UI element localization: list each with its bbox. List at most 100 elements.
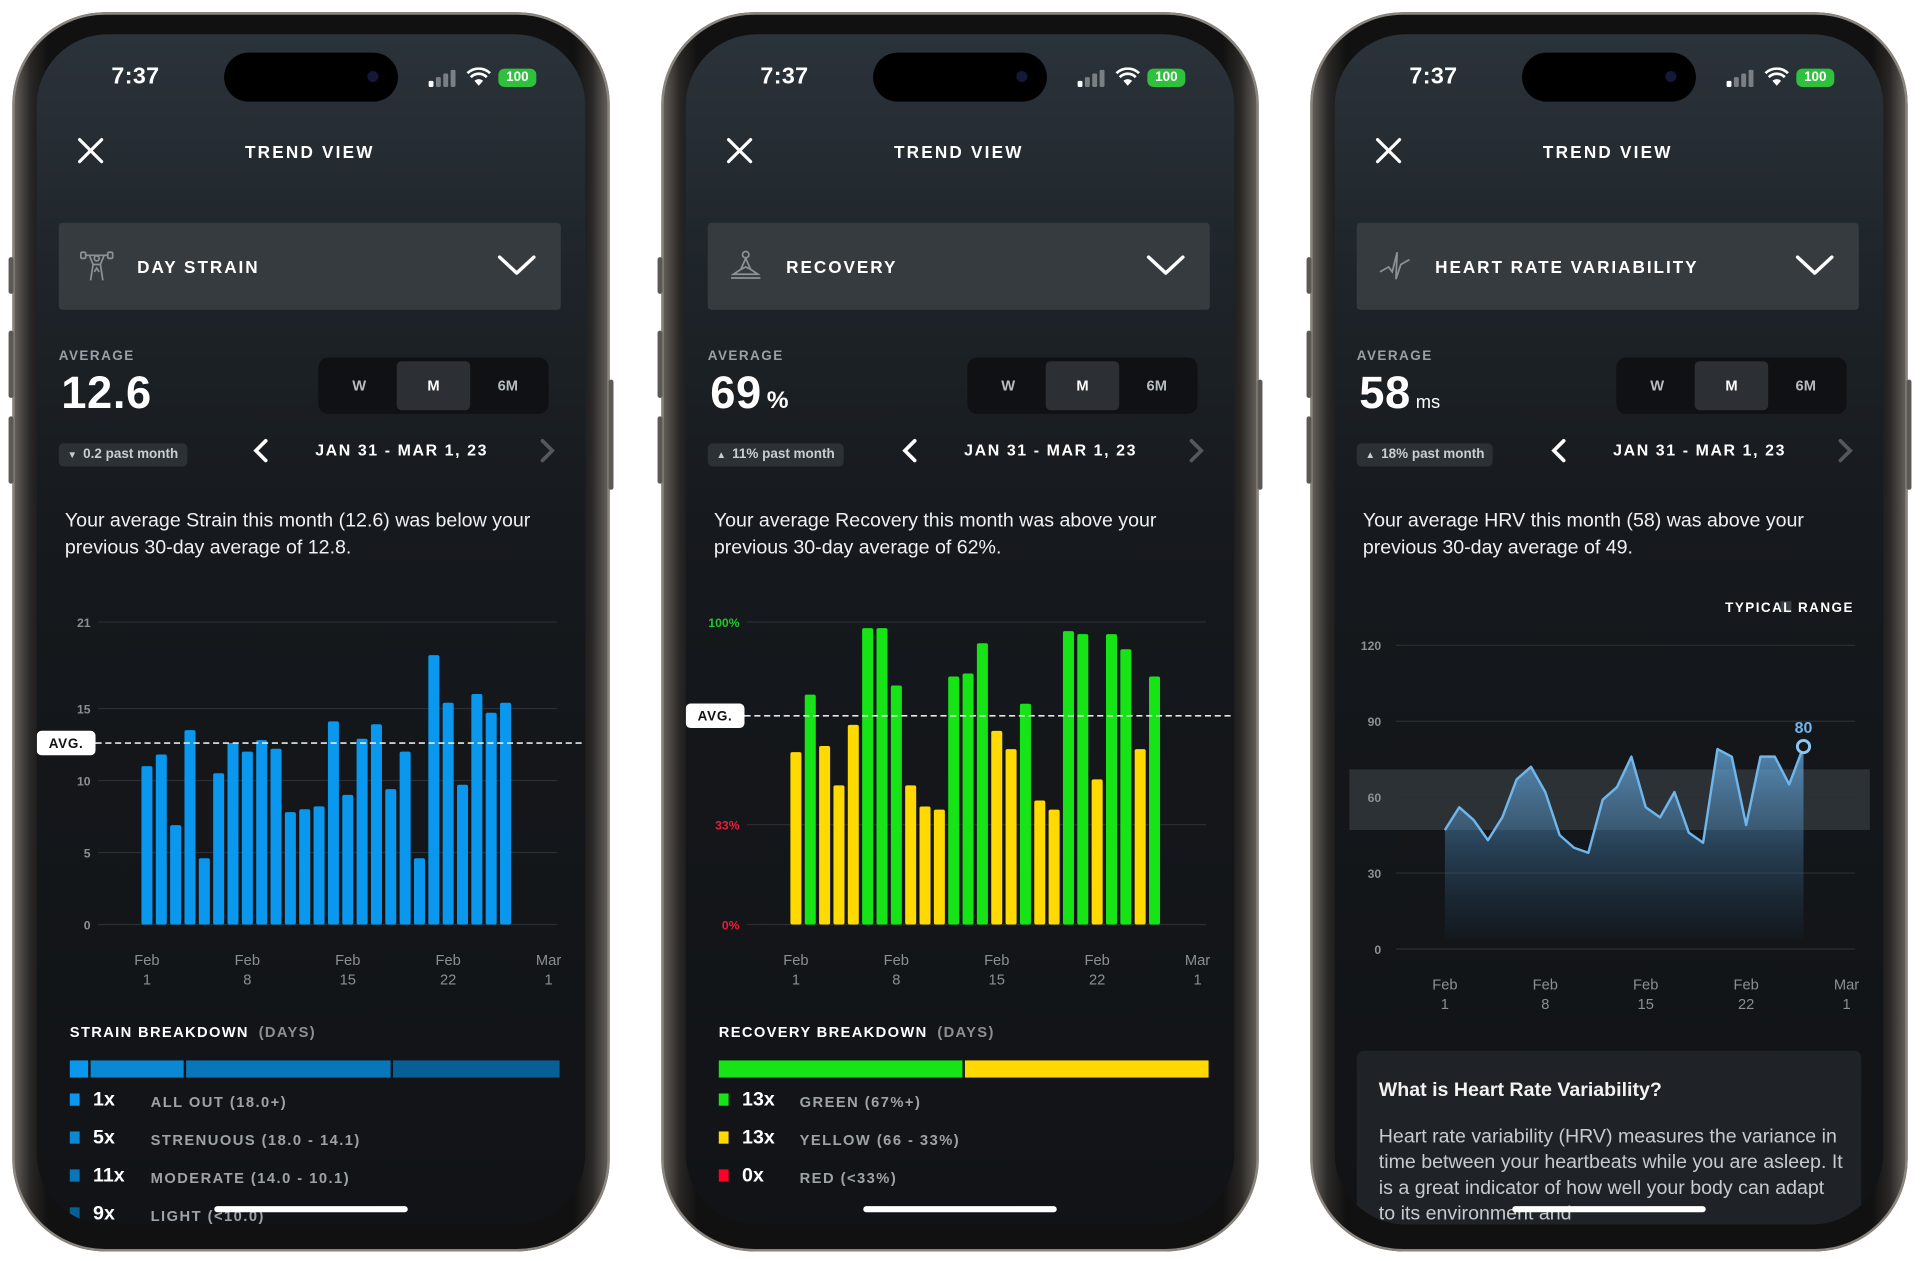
bar xyxy=(1034,800,1046,925)
tab-m[interactable]: M xyxy=(396,361,471,411)
breakdown-label: RED (<33%) xyxy=(799,1169,898,1187)
average-display: 12.6 xyxy=(61,367,152,418)
bar xyxy=(991,730,1003,925)
bar xyxy=(141,766,153,925)
home-indicator[interactable] xyxy=(1512,1206,1706,1213)
breakdown-segment xyxy=(186,1060,391,1078)
breakdown-count: 13x xyxy=(742,1089,775,1111)
delta-badge: ▼ 0.2 past month xyxy=(58,443,187,467)
chevron-down-icon xyxy=(1146,255,1185,283)
bar xyxy=(876,628,888,925)
next-range-button[interactable] xyxy=(1188,438,1205,469)
breakdown-title: STRAIN BREAKDOWN (DAYS) xyxy=(70,1024,316,1041)
bar xyxy=(485,712,497,925)
metric-selector-dropdown[interactable]: HEART RATE VARIABILITY xyxy=(1356,222,1859,310)
tab-w[interactable]: W xyxy=(322,361,396,410)
x-tick-day: 8 xyxy=(243,972,251,988)
x-tick-day: 15 xyxy=(989,972,1005,988)
bar xyxy=(327,721,339,925)
x-tick-day: 22 xyxy=(1738,997,1754,1013)
bar xyxy=(1149,676,1161,925)
home-indicator[interactable] xyxy=(863,1206,1057,1213)
bar xyxy=(919,806,931,925)
home-indicator[interactable] xyxy=(214,1206,408,1213)
bar xyxy=(1105,634,1118,925)
bar xyxy=(1077,634,1089,925)
wifi-icon xyxy=(1115,67,1140,93)
time-range-tabs: W M 6M xyxy=(1616,357,1847,414)
dynamic-island xyxy=(1522,52,1696,102)
average-value: 58 xyxy=(1359,367,1411,418)
tab-m[interactable]: M xyxy=(1694,361,1769,411)
tab-6m[interactable]: 6M xyxy=(1120,361,1194,410)
x-tick-month: Feb xyxy=(134,953,159,969)
volume-down-button xyxy=(657,416,663,484)
x-tick-day: 1 xyxy=(143,972,151,988)
power-button xyxy=(1906,379,1912,490)
x-tick-month: Feb xyxy=(1733,977,1758,993)
cellular-signal-icon xyxy=(1726,69,1754,93)
legend-swatch xyxy=(1780,601,1792,613)
bar xyxy=(976,643,988,925)
bar xyxy=(1120,649,1132,925)
x-tick-day: 1 xyxy=(792,972,800,988)
phone-frame: 7:37 100 TREND VIEW DAY STRAIN AVERAGE 12.6 W M… xyxy=(8,12,614,1252)
highlight-label: 80 xyxy=(1795,720,1813,737)
chevron-down-icon xyxy=(1795,255,1834,283)
next-range-button[interactable] xyxy=(539,438,556,469)
close-button[interactable] xyxy=(76,136,108,168)
chevron-left-icon xyxy=(902,438,917,463)
tab-w[interactable]: W xyxy=(1620,361,1694,410)
close-button[interactable] xyxy=(725,136,757,168)
triangle-down-icon: ▼ xyxy=(67,449,78,461)
legend-swatch xyxy=(718,1093,729,1106)
tab-6m[interactable]: 6M xyxy=(1769,361,1843,410)
previous-range-button[interactable] xyxy=(901,438,918,469)
delta-badge: ▲ 11% past month xyxy=(707,443,844,467)
next-range-button[interactable] xyxy=(1837,438,1854,469)
date-range: JAN 31 - MAR 1, 23 xyxy=(1613,440,1787,460)
volume-down-button xyxy=(8,416,14,484)
y-tick-label: 0 xyxy=(1374,943,1381,957)
bar xyxy=(819,746,831,925)
breakdown-segment xyxy=(718,1060,963,1078)
bar xyxy=(413,858,425,925)
status-time: 7:37 xyxy=(760,63,809,90)
average-unit: % xyxy=(766,386,789,414)
bar xyxy=(500,702,512,925)
tab-6m[interactable]: 6M xyxy=(471,361,545,410)
close-button[interactable] xyxy=(1374,136,1406,168)
tab-m[interactable]: M xyxy=(1045,361,1120,411)
screenshot-stage: 7:37 100 TREND VIEW DAY STRAIN AVERAGE 12.6 W M… xyxy=(0,0,1920,1261)
breakdown-subtitle: (DAYS) xyxy=(937,1023,995,1041)
status-time: 7:37 xyxy=(1409,63,1458,90)
breakdown-bar xyxy=(718,1060,1209,1078)
tab-w[interactable]: W xyxy=(971,361,1045,410)
power-button xyxy=(608,379,614,490)
metric-selector-dropdown[interactable]: DAY STRAIN xyxy=(58,222,561,310)
breakdown-segment xyxy=(69,1060,89,1078)
x-tick-day: 1 xyxy=(1842,997,1850,1013)
y-tick-label: 10 xyxy=(77,774,91,788)
bar xyxy=(905,785,917,925)
delta-text: 0.2 past month xyxy=(83,446,179,462)
previous-range-button[interactable] xyxy=(1550,438,1567,469)
breakdown-bar xyxy=(69,1060,560,1078)
y-tick-label: 33% xyxy=(715,819,740,833)
x-tick-month: Feb xyxy=(783,953,808,969)
power-button xyxy=(1257,379,1263,490)
breakdown-count: 5x xyxy=(93,1127,115,1149)
previous-range-button[interactable] xyxy=(252,438,269,469)
breakdown-label: STRENUOUS (18.0 - 14.1) xyxy=(150,1131,361,1149)
chevron-left-icon xyxy=(253,438,268,463)
metric-selector-dropdown[interactable]: RECOVERY xyxy=(707,222,1210,310)
phone-screen: 7:37 100 TREND VIEW RECOVERY AVERAGE 69% W M 6M ▲… xyxy=(685,34,1235,1225)
series-line xyxy=(1443,746,1805,855)
x-tick-month: Feb xyxy=(984,953,1009,969)
close-icon xyxy=(1375,138,1402,164)
trend-chart: 0% 33% 100% Feb 1 Feb 8 Feb 15 Feb 22 Mar 1 AVG. xyxy=(685,616,1235,988)
breakdown-label: MODERATE (14.0 - 10.1) xyxy=(150,1169,351,1187)
bar xyxy=(356,738,368,925)
x-tick-month: Feb xyxy=(235,953,260,969)
breakdown-count: 1x xyxy=(93,1089,115,1111)
